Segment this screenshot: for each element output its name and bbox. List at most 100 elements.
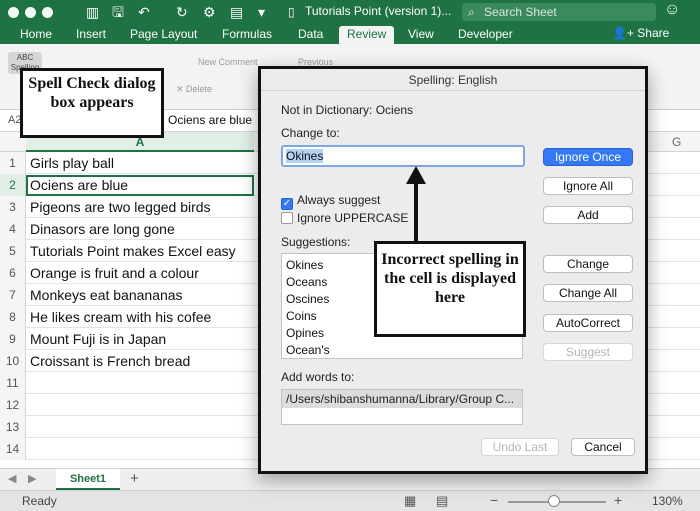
zoom-window-button[interactable]	[42, 7, 53, 18]
scroll-left-icon[interactable]: ◀	[8, 472, 16, 485]
search-sheet-input[interactable]: ⌕ Search Sheet	[462, 3, 656, 21]
list-item[interactable]: Coins	[286, 309, 317, 323]
ignore-once-button[interactable]: Ignore Once	[543, 148, 633, 166]
row-number[interactable]: 1	[0, 152, 26, 174]
cancel-button[interactable]: Cancel	[571, 438, 635, 456]
dialog-title: Spelling: English	[261, 69, 645, 91]
tab-page-layout[interactable]: Page Layout	[130, 26, 197, 44]
zoom-slider-thumb[interactable]	[548, 495, 560, 507]
minimize-window-button[interactable]	[25, 7, 36, 18]
row-number[interactable]: 11	[0, 372, 26, 394]
list-item[interactable]: Ocean's	[286, 343, 330, 357]
page-layout-view-icon[interactable]: ▤	[436, 493, 448, 509]
row-number[interactable]: 3	[0, 196, 26, 218]
sidebar-icon[interactable]: ▥	[86, 3, 99, 21]
tab-view[interactable]: View	[408, 26, 434, 44]
list-item[interactable]: Oceans	[286, 275, 327, 289]
ignore-all-button[interactable]: Ignore All	[543, 177, 633, 195]
row-number[interactable]: 5	[0, 240, 26, 262]
row-number[interactable]: 6	[0, 262, 26, 284]
row-number[interactable]: 10	[0, 350, 26, 372]
cell-a4[interactable]: Dinasors are long gone	[30, 218, 175, 240]
document-title: Tutorials Point (version 1)...	[305, 4, 452, 18]
status-bar: Ready ▦ ▤ − + 130%	[0, 490, 700, 511]
row-number[interactable]: 8	[0, 306, 26, 328]
checkmark-icon: ✓	[281, 198, 293, 210]
delete-comment-button[interactable]: ✕ Delete	[176, 84, 212, 95]
cell-a3[interactable]: Pigeons are two legged birds	[30, 196, 211, 218]
row-number[interactable]: 7	[0, 284, 26, 306]
search-placeholder: Search Sheet	[484, 5, 557, 19]
active-cell-border	[26, 175, 254, 196]
cell-a10[interactable]: Croissant is French bread	[30, 350, 190, 372]
sheet-tab-sheet1[interactable]: Sheet1	[56, 469, 120, 490]
suggestions-label: Suggestions:	[281, 235, 351, 249]
cell-a7[interactable]: Monkeys eat banananas	[30, 284, 183, 306]
add-words-selected[interactable]: /Users/shibanshumanna/Library/Group C...	[282, 390, 522, 408]
change-to-label: Change to:	[281, 126, 340, 140]
cell-a9[interactable]: Mount Fuji is in Japan	[30, 328, 166, 350]
suggest-button[interactable]: Suggest	[543, 343, 633, 361]
redo-icon[interactable]: ↻	[176, 3, 188, 21]
list-item[interactable]: Okines	[286, 258, 323, 272]
zoom-level: 130%	[652, 494, 683, 508]
undo-icon[interactable]: ↶	[138, 3, 150, 21]
change-button[interactable]: Change	[543, 255, 633, 273]
change-to-input[interactable]: Okines	[281, 145, 525, 167]
row-number[interactable]: 13	[0, 416, 26, 438]
always-suggest-label: Always suggest	[297, 193, 381, 207]
normal-view-icon[interactable]: ▦	[404, 493, 416, 509]
settings-icon[interactable]: ⚙	[203, 3, 216, 21]
ignore-uppercase-checkbox[interactable]: Ignore UPPERCASE	[281, 211, 408, 225]
add-words-list[interactable]: /Users/shibanshumanna/Library/Group C...	[281, 389, 523, 425]
status-text: Ready	[22, 494, 57, 508]
share-button[interactable]: 👤+ Share	[612, 26, 669, 40]
tab-home[interactable]: Home	[20, 26, 52, 44]
title-bar: ▥ 🖫 ↶ ↻ ⚙ ▤ ▾ ▯ Tutorials Point (version…	[0, 0, 700, 24]
add-button[interactable]: Add	[543, 206, 633, 224]
formula-content[interactable]: Ociens are blue	[168, 113, 252, 127]
ignore-uppercase-label: Ignore UPPERCASE	[297, 211, 409, 225]
row-number[interactable]: 14	[0, 438, 26, 460]
not-in-dictionary-label: Not in Dictionary: Ociens	[281, 103, 414, 117]
autocorrect-button[interactable]: AutoCorrect	[543, 314, 633, 332]
change-to-value: Okines	[286, 149, 324, 163]
tab-formulas[interactable]: Formulas	[222, 26, 272, 44]
tab-data[interactable]: Data	[298, 26, 323, 44]
scroll-right-icon[interactable]: ▶	[28, 472, 36, 485]
close-window-button[interactable]	[8, 7, 19, 18]
arrow-shaft	[414, 180, 418, 242]
add-sheet-icon[interactable]: +	[130, 470, 139, 487]
tab-developer[interactable]: Developer	[458, 26, 513, 44]
list-item[interactable]: Oscines	[286, 292, 329, 306]
ribbon-tabs: Home Insert Page Layout Formulas Data Re…	[0, 24, 700, 44]
new-comment-button[interactable]: New Comment	[198, 57, 258, 67]
feedback-smiley-icon[interactable]: ☺	[664, 1, 680, 19]
search-icon: ⌕	[468, 5, 475, 19]
cell-a8[interactable]: He likes cream with his cofee	[30, 306, 211, 328]
zoom-out-icon[interactable]: −	[490, 492, 498, 508]
more-icon[interactable]: ▾	[258, 3, 265, 21]
always-suggest-checkbox[interactable]: ✓ Always suggest	[281, 193, 380, 210]
zoom-in-icon[interactable]: +	[614, 492, 622, 508]
document-icon: ▯	[288, 5, 295, 19]
column-header-g[interactable]: G	[672, 132, 681, 152]
cell-a5[interactable]: Tutorials Point makes Excel easy	[30, 240, 236, 262]
delete-label: Delete	[186, 84, 213, 94]
row-number[interactable]: 4	[0, 218, 26, 240]
row-number[interactable]: 12	[0, 394, 26, 416]
tab-review[interactable]: Review	[339, 26, 395, 44]
print-icon[interactable]: ▤	[230, 3, 243, 21]
cell-a6[interactable]: Orange is fruit and a colour	[30, 262, 199, 284]
checkbox-icon	[281, 212, 293, 224]
callout-incorrect-spelling: Incorrect spelling in the cell is displa…	[374, 241, 526, 337]
list-item[interactable]: Opines	[286, 326, 324, 340]
add-words-label: Add words to:	[281, 370, 355, 384]
row-number[interactable]: 9	[0, 328, 26, 350]
undo-last-button[interactable]: Undo Last	[481, 438, 559, 456]
cell-a1[interactable]: Girls play ball	[30, 152, 114, 174]
save-icon[interactable]: 🖫	[112, 3, 124, 21]
change-all-button[interactable]: Change All	[543, 284, 633, 302]
row-number[interactable]: 2	[0, 174, 26, 196]
tab-insert[interactable]: Insert	[76, 26, 106, 44]
